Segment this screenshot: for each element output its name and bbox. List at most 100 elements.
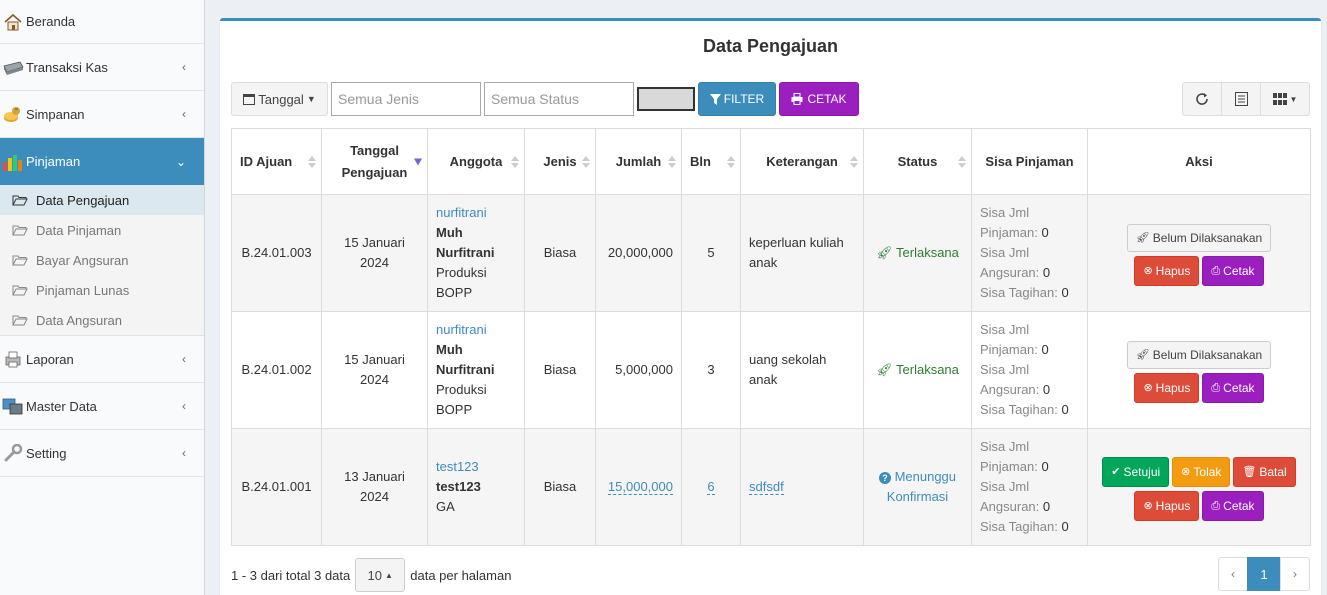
cetak-row-button[interactable]: ⎙ Cetak bbox=[1202, 373, 1264, 403]
sidebar-item-pinjaman[interactable]: Pinjaman ⌄ bbox=[0, 138, 204, 185]
sidebar-item-transaksi-kas[interactable]: Transaksi Kas ‹ bbox=[0, 44, 204, 91]
sidebar-item-label: Transaksi Kas bbox=[26, 59, 108, 75]
rocket-icon: 🚀︎ bbox=[1135, 349, 1150, 361]
batal-button[interactable]: 🗑︎ Batal bbox=[1233, 457, 1296, 487]
submenu-item-data-pengajuan[interactable]: Data Pengajuan bbox=[0, 185, 204, 215]
page-1-button[interactable]: 1 bbox=[1247, 557, 1281, 591]
remove-icon: ⊗ bbox=[1143, 500, 1153, 512]
table-row: B.24.01.001 13 Januari 2024 test123 test1… bbox=[231, 428, 1311, 546]
submenu-item-data-pinjaman[interactable]: Data Pinjaman bbox=[0, 215, 204, 245]
table-header-row: ID Ajuan Tanggal Pengajuan Anggota Jenis… bbox=[231, 128, 1311, 195]
sidebar-item-setting[interactable]: Setting ‹ bbox=[0, 430, 204, 477]
anggota-username-link[interactable]: test123 bbox=[436, 459, 479, 474]
belum-dilaksanakan-button[interactable]: 🚀︎ Belum Dilaksanakan bbox=[1126, 341, 1272, 369]
folder-open-icon bbox=[12, 225, 28, 236]
editable-bln[interactable]: 6 bbox=[707, 479, 715, 495]
color-filter-box[interactable] bbox=[637, 87, 695, 111]
cell-tanggal: 13 Januari 2024 bbox=[321, 428, 428, 546]
question-circle-icon: ? bbox=[878, 472, 891, 484]
submenu-item-pinjaman-lunas[interactable]: Pinjaman Lunas bbox=[0, 275, 204, 305]
next-page-button[interactable]: › bbox=[1280, 557, 1310, 591]
sort-icon bbox=[511, 155, 519, 168]
cetak-row-button[interactable]: ⎙ Cetak bbox=[1202, 491, 1264, 521]
submenu-item-bayar-angsuran[interactable]: Bayar Angsuran bbox=[0, 245, 204, 275]
cell-tanggal: 15 Januari 2024 bbox=[321, 311, 428, 429]
cell-bln: 6 bbox=[681, 428, 741, 546]
toggle-view-button[interactable] bbox=[1221, 82, 1261, 116]
submenu-item-label: Data Pengajuan bbox=[36, 192, 130, 208]
rocket-icon: 🚀︎ bbox=[876, 245, 893, 260]
per-page-label: data per halaman bbox=[410, 567, 512, 583]
columns-button[interactable]: ▼ bbox=[1260, 82, 1310, 116]
submenu-item-data-angsuran[interactable]: Data Angsuran bbox=[0, 305, 204, 335]
sort-desc-icon bbox=[414, 158, 422, 165]
column-header-tanggal[interactable]: Tanggal Pengajuan bbox=[321, 128, 428, 195]
belum-dilaksanakan-button[interactable]: 🚀︎ Belum Dilaksanakan bbox=[1126, 224, 1272, 252]
hapus-button[interactable]: ⊗ Hapus bbox=[1134, 373, 1200, 403]
sidebar-item-master-data[interactable]: Master Data ‹ bbox=[0, 383, 204, 430]
column-header-sisa-pinjaman: Sisa Pinjaman bbox=[971, 128, 1088, 195]
folder-open-icon bbox=[12, 195, 28, 206]
column-header-keterangan[interactable]: Keterangan bbox=[740, 128, 864, 195]
cell-jenis: Biasa bbox=[524, 311, 596, 429]
rocket-icon: 🚀︎ bbox=[1135, 232, 1150, 244]
prev-page-button[interactable]: ‹ bbox=[1218, 557, 1248, 591]
pagination: ‹ 1 › bbox=[1218, 557, 1310, 591]
setujui-button[interactable]: ✔ Setujui bbox=[1102, 457, 1170, 487]
cetak-row-button[interactable]: ⎙ Cetak bbox=[1202, 256, 1264, 286]
cetak-button[interactable]: CETAK bbox=[779, 82, 859, 116]
list-view-icon bbox=[1234, 92, 1248, 106]
cell-jumlah: 20,000,000 bbox=[595, 194, 682, 312]
hapus-button[interactable]: ⊗ Hapus bbox=[1134, 256, 1200, 286]
column-header-status[interactable]: Status bbox=[863, 128, 972, 195]
table-tools: ▼ bbox=[1182, 82, 1310, 116]
cell-bln: 3 bbox=[681, 311, 741, 429]
pagination-info: 1 - 3 dari total 3 data 10 ▲ data per ha… bbox=[231, 558, 511, 592]
column-header-jenis[interactable]: Jenis bbox=[524, 128, 596, 195]
cell-id: B.24.01.001 bbox=[231, 428, 322, 546]
jenis-filter-input[interactable] bbox=[331, 82, 481, 116]
anggota-username-link[interactable]: nurfitrani bbox=[436, 205, 487, 220]
editable-jumlah[interactable]: 15,000,000 bbox=[607, 479, 673, 495]
pagination-summary: 1 - 3 dari total 3 data bbox=[231, 567, 351, 583]
anggota-username-link[interactable]: nurfitrani bbox=[436, 322, 487, 337]
hapus-button[interactable]: ⊗ Hapus bbox=[1134, 491, 1200, 521]
columns-icon bbox=[1272, 93, 1287, 105]
cell-tanggal: 15 Januari 2024 bbox=[321, 194, 428, 312]
page-size-dropdown[interactable]: 10 ▲ bbox=[355, 558, 406, 592]
refresh-button[interactable] bbox=[1182, 82, 1222, 116]
sidebar-item-beranda[interactable]: Beranda bbox=[0, 0, 204, 44]
column-header-id[interactable]: ID Ajuan bbox=[231, 128, 322, 195]
cell-aksi: 🚀︎ Belum Dilaksanakan ⊗ Hapus ⎙ Cetak bbox=[1087, 311, 1311, 429]
cell-jenis: Biasa bbox=[524, 194, 596, 312]
submenu-item-label: Bayar Angsuran bbox=[36, 252, 129, 268]
filter-button[interactable]: FILTER bbox=[698, 82, 776, 116]
main-panel: Data Pengajuan Tanggal ▼ FILTER CETAK ▼ bbox=[220, 18, 1321, 595]
date-filter-button[interactable]: Tanggal ▼ bbox=[231, 82, 328, 116]
chevron-down-icon: ⌄ bbox=[175, 154, 186, 169]
sidebar-item-simpanan[interactable]: Simpanan ‹ bbox=[0, 91, 204, 138]
tolak-button[interactable]: ⊗ Tolak bbox=[1172, 457, 1231, 487]
sidebar-item-laporan[interactable]: Laporan ‹ bbox=[0, 336, 204, 383]
report-icon bbox=[2, 349, 24, 369]
chevron-left-icon: ‹ bbox=[182, 352, 186, 366]
folder-open-icon bbox=[12, 255, 28, 266]
cell-status: ? Menunggu Konfirmasi bbox=[863, 428, 972, 546]
cell-sisa: Sisa Jml Pinjaman: 0 Sisa Jml Angsuran: … bbox=[971, 311, 1088, 429]
column-header-bln[interactable]: Bln bbox=[681, 128, 741, 195]
status-filter-input[interactable] bbox=[484, 82, 634, 116]
column-header-jumlah[interactable]: Jumlah bbox=[595, 128, 682, 195]
filter-button-label: FILTER bbox=[723, 92, 765, 106]
chevron-left-icon: ‹ bbox=[182, 446, 186, 460]
editable-keterangan[interactable]: sdfsdf bbox=[749, 479, 784, 495]
chevron-left-icon: ‹ bbox=[182, 399, 186, 413]
print-icon: ⎙ bbox=[1211, 382, 1221, 394]
cell-keterangan: keperluan kuliah anak bbox=[740, 194, 864, 312]
remove-icon: ⊗ bbox=[1143, 382, 1153, 394]
cell-jumlah: 5,000,000 bbox=[595, 311, 682, 429]
column-header-anggota[interactable]: Anggota bbox=[427, 128, 525, 195]
table-row: B.24.01.002 15 Januari 2024 nurfitrani Mu… bbox=[231, 311, 1311, 429]
print-icon: ⎙ bbox=[1211, 265, 1221, 277]
savings-icon bbox=[2, 104, 24, 124]
sidebar-item-label: Pinjaman bbox=[26, 154, 81, 169]
